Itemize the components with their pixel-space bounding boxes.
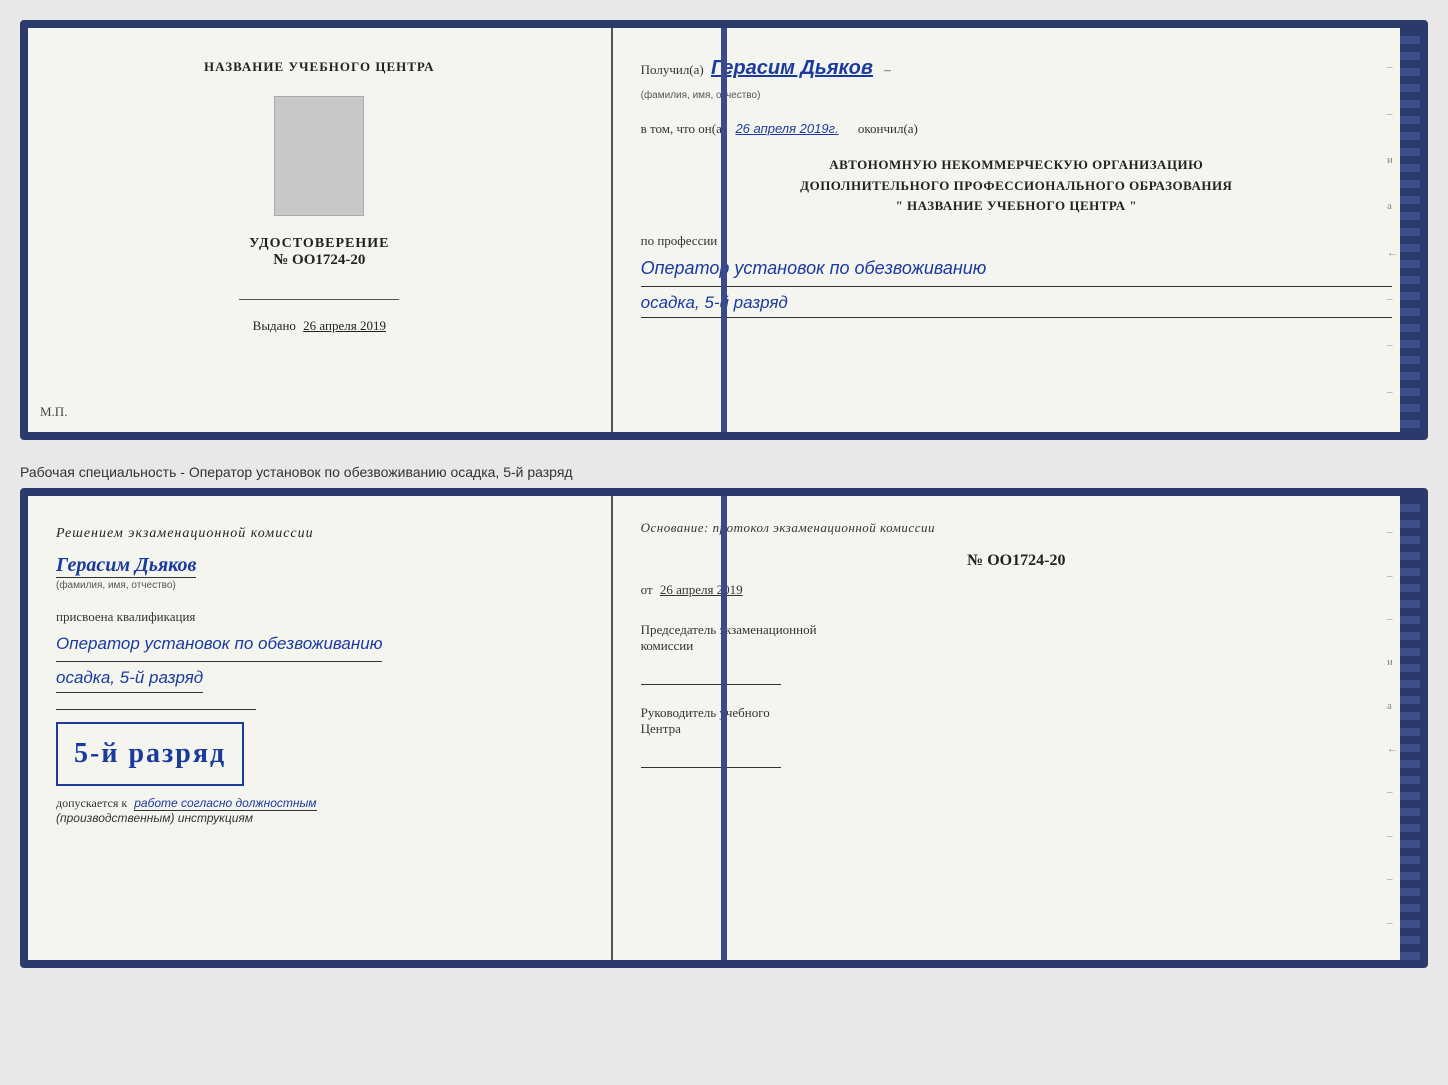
predsedatel-line2: комиссии: [641, 638, 694, 653]
rukovoditel-line1: Руководитель учебного: [641, 705, 770, 720]
kvali-line2: осадка, 5-й разряд: [56, 668, 203, 693]
info-text: Рабочая специальность - Оператор установ…: [20, 456, 1428, 488]
issued-date: 26 апреля 2019: [303, 318, 386, 333]
dopuskaetsya-text: работе согласно должностным: [134, 796, 316, 811]
ribbon-right-bottom: [1400, 496, 1420, 960]
profession-line1: Оператор установок по обезвоживанию: [641, 255, 1392, 287]
okончил: окончил(а): [858, 121, 918, 136]
spine-bottom: [721, 496, 727, 960]
bottom-doc-right: Основание: протокол экзаменационной коми…: [613, 496, 1420, 960]
dopuskaetsya: допускается к работе согласно должностны…: [56, 796, 317, 811]
prisvoena-label: присвоена квалификация: [56, 609, 195, 625]
stamp-box: 5-й разряд: [56, 722, 244, 786]
po-professii: по профессии: [641, 233, 1392, 249]
org-line2: ДОПОЛНИТЕЛЬНОГО ПРОФЕССИОНАЛЬНОГО ОБРАЗО…: [641, 176, 1392, 197]
predsedatel-label: Председатель экзаменационной комиссии: [641, 622, 1392, 654]
ot-prefix: от: [641, 582, 653, 597]
ot-date: 26 апреля 2019: [660, 582, 743, 597]
name-underline-wrapper: Герасим Дьяков: [56, 554, 196, 578]
bottom-doc-left: Решением экзаменационной комиссии Гераси…: [28, 496, 613, 960]
photo-placeholder: [274, 96, 364, 216]
top-doc-left: НАЗВАНИЕ УЧЕБНОГО ЦЕНТРА УДОСТОВЕРЕНИЕ №…: [28, 28, 613, 432]
dopuskaetsya-line2: (производственным) инструкциям: [56, 811, 253, 825]
rukovoditel-sign-line: [641, 767, 781, 768]
bottom-document: Решением экзаменационной комиссии Гераси…: [20, 488, 1428, 968]
dash1: –: [884, 62, 891, 77]
spine: [721, 28, 727, 432]
top-document: НАЗВАНИЕ УЧЕБНОГО ЦЕНТРА УДОСТОВЕРЕНИЕ №…: [20, 20, 1428, 440]
bottom-person-name: Герасим Дьяков: [56, 554, 196, 577]
recipient-name: Герасим Дьяков: [711, 57, 873, 79]
issued-row: Выдано 26 апреля 2019: [253, 318, 386, 334]
ribbon-right: [1400, 28, 1420, 432]
rukovoditel-label: Руководитель учебного Центра: [641, 705, 1392, 737]
protocol-number: № OO1724-20: [641, 552, 1392, 570]
side-markers: ––иа←–––: [1387, 28, 1398, 432]
ot-row: от 26 апреля 2019: [641, 582, 1392, 598]
resheniem-title: Решением экзаменационной комиссии: [56, 526, 314, 542]
mp-label: М.П.: [40, 404, 67, 420]
recipient-prefix: Получил(а): [641, 62, 704, 77]
top-doc-right: Получил(а) Герасим Дьяков – (фамилия, им…: [613, 28, 1420, 432]
rukovoditel-line2: Центра: [641, 721, 681, 736]
kvali-line1: Оператор установок по обезвоживанию: [56, 631, 382, 662]
predsedatel-sign-line: [641, 684, 781, 685]
dopuskaetsya-prefix: допускается к: [56, 796, 127, 810]
cert-number: № OO1724-20: [273, 252, 365, 269]
issued-label: Выдано: [253, 318, 296, 333]
top-left-title: НАЗВАНИЕ УЧЕБНОГО ЦЕНТРА: [204, 58, 435, 76]
vtom-date: 26 апреля 2019г.: [735, 121, 838, 136]
recipient-hint: (фамилия, имя, отчество): [641, 90, 761, 101]
bottom-person-hint: (фамилия, имя, отчество): [56, 580, 176, 591]
stamp-razryad: 5-й разряд: [74, 738, 226, 770]
profession-line2: осадка, 5-й разряд: [641, 293, 1392, 318]
osnovanie-label: Основание: протокол экзаменационной коми…: [641, 520, 1392, 536]
vtom-prefix: в том, что он(а): [641, 121, 727, 136]
recipient-row: Получил(а) Герасим Дьяков – (фамилия, им…: [641, 52, 1392, 105]
org-line1: АВТОНОМНУЮ НЕКОММЕРЧЕСКУЮ ОРГАНИЗАЦИЮ: [641, 155, 1392, 176]
vtom-row: в том, что он(а) 26 апреля 2019г. окончи…: [641, 121, 1392, 137]
org-line3: " НАЗВАНИЕ УЧЕБНОГО ЦЕНТРА ": [641, 196, 1392, 217]
predsedatel-line1: Председатель экзаменационной: [641, 622, 817, 637]
cert-label: УДОСТОВЕРЕНИЕ: [249, 236, 389, 252]
bottom-side-markers: –––иа←––––: [1387, 496, 1398, 960]
org-block: АВТОНОМНУЮ НЕКОММЕРЧЕСКУЮ ОРГАНИЗАЦИЮ ДО…: [641, 155, 1392, 217]
